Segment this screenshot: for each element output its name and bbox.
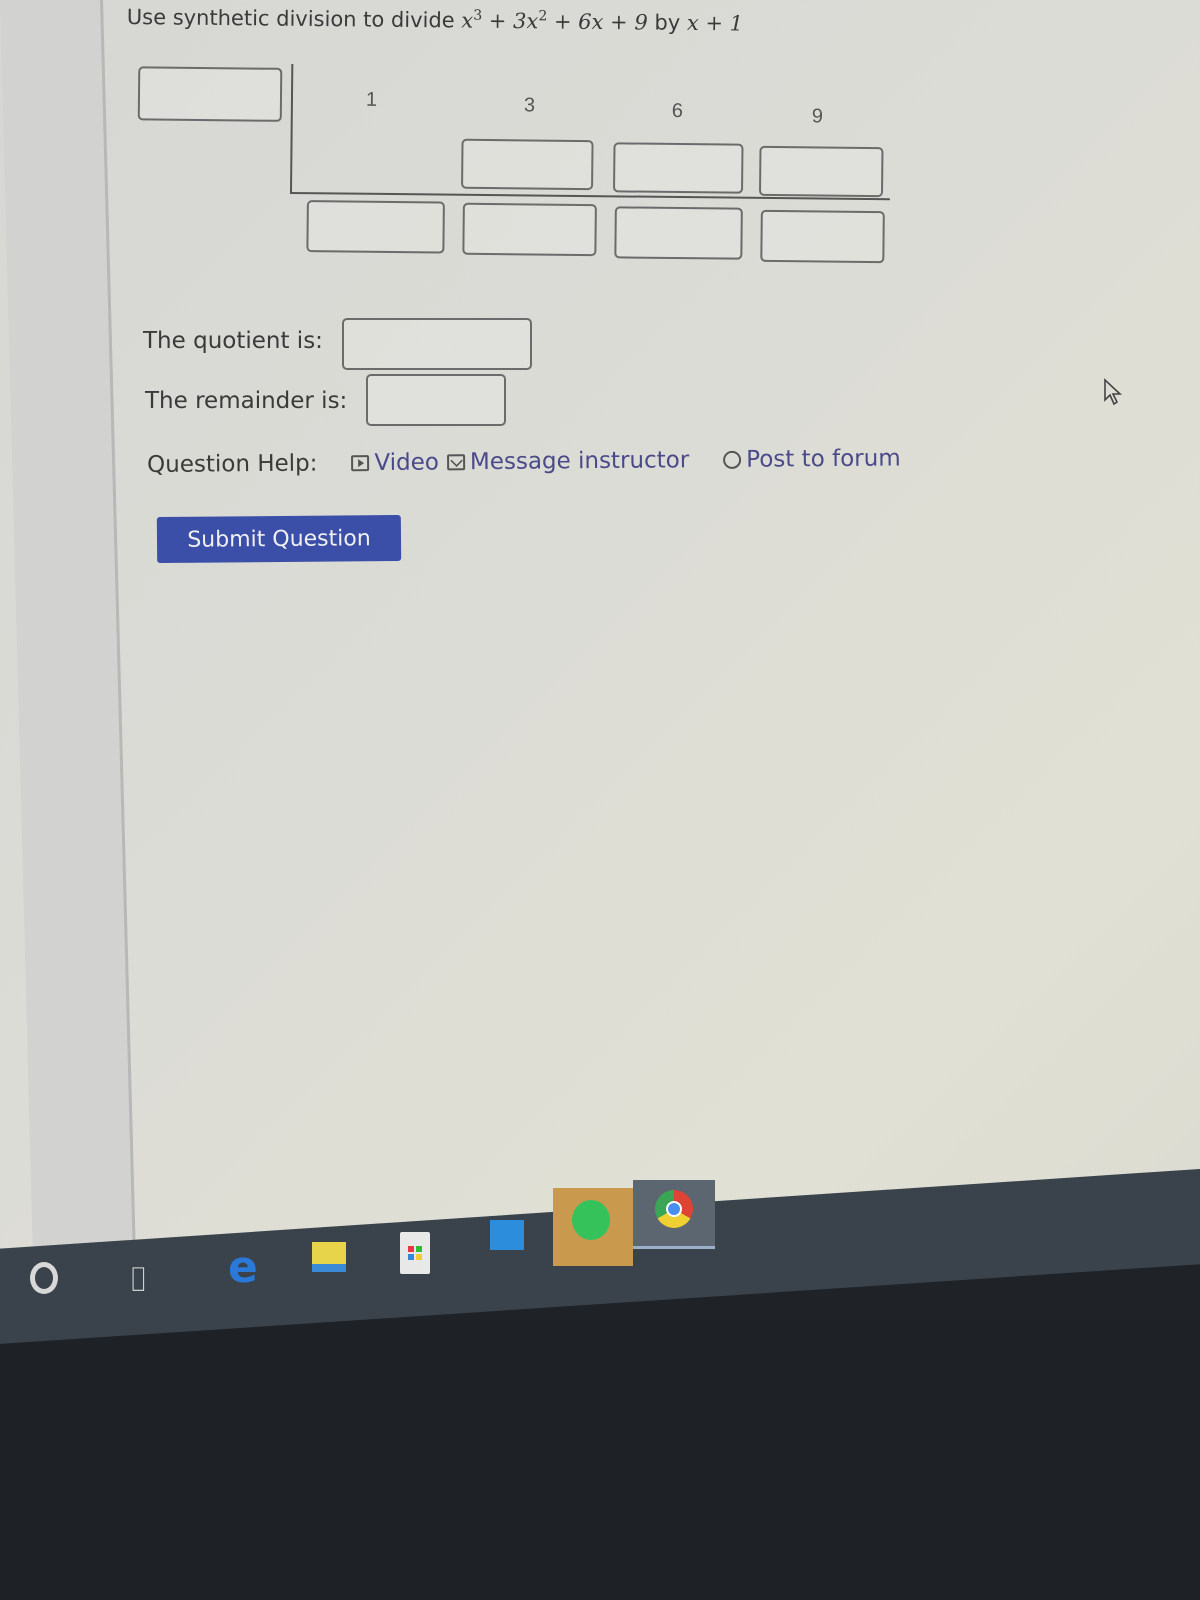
message-instructor-label: Message instructor xyxy=(469,447,690,476)
message-instructor-link[interactable]: Message instructor xyxy=(446,447,690,476)
video-link-label: Video xyxy=(374,449,440,477)
post-to-forum-link[interactable]: Post to forum xyxy=(723,445,901,473)
bottom-row-input-1[interactable] xyxy=(306,200,445,254)
mouse-cursor-icon xyxy=(1104,378,1123,406)
coefficient-1: 1 xyxy=(365,88,378,111)
video-icon xyxy=(351,455,370,472)
forum-bubble-icon xyxy=(723,450,742,469)
chrome-icon[interactable] xyxy=(655,1190,693,1228)
cortana-search-icon[interactable] xyxy=(30,1262,58,1294)
question-help-label: Question Help: xyxy=(147,450,318,478)
middle-row-input-1[interactable] xyxy=(461,138,594,191)
monitor-bezel-bottom xyxy=(0,1320,1200,1600)
remainder-label: The remainder is: xyxy=(145,388,348,414)
microsoft-store-icon[interactable] xyxy=(400,1232,430,1274)
middle-row-input-3[interactable] xyxy=(758,145,884,198)
coefficient-4: 9 xyxy=(811,105,824,128)
mail-app-icon[interactable] xyxy=(490,1220,524,1250)
bottom-row-input-3[interactable] xyxy=(614,206,743,260)
task-view-icon[interactable]: ⌷ xyxy=(128,1260,148,1300)
file-explorer-icon[interactable] xyxy=(312,1242,346,1272)
question-page: Use synthetic division to divide x3 + 3x… xyxy=(105,0,1200,1300)
coefficient-2: 3 xyxy=(523,94,536,117)
post-to-forum-label: Post to forum xyxy=(746,445,901,473)
bottom-row-input-2[interactable] xyxy=(462,202,597,257)
mail-icon xyxy=(446,454,465,471)
quotient-input[interactable] xyxy=(342,318,532,370)
submit-question-button[interactable]: Submit Question xyxy=(156,514,402,564)
coefficient-3: 6 xyxy=(671,99,684,123)
spotify-icon[interactable] xyxy=(572,1200,610,1240)
division-vertical-line xyxy=(289,63,294,194)
bottom-row-input-4[interactable] xyxy=(760,209,885,264)
remainder-input[interactable] xyxy=(366,374,506,426)
divisor-input[interactable] xyxy=(137,66,283,122)
synthetic-division-table: 1 3 6 9 xyxy=(102,0,1200,281)
quotient-label: The quotient is: xyxy=(143,328,323,354)
video-link[interactable]: Video xyxy=(351,449,439,476)
middle-row-input-2[interactable] xyxy=(613,142,744,194)
question-help: Question Help: Video Message instructor … xyxy=(147,445,901,478)
edge-browser-icon[interactable]: e xyxy=(228,1242,258,1293)
